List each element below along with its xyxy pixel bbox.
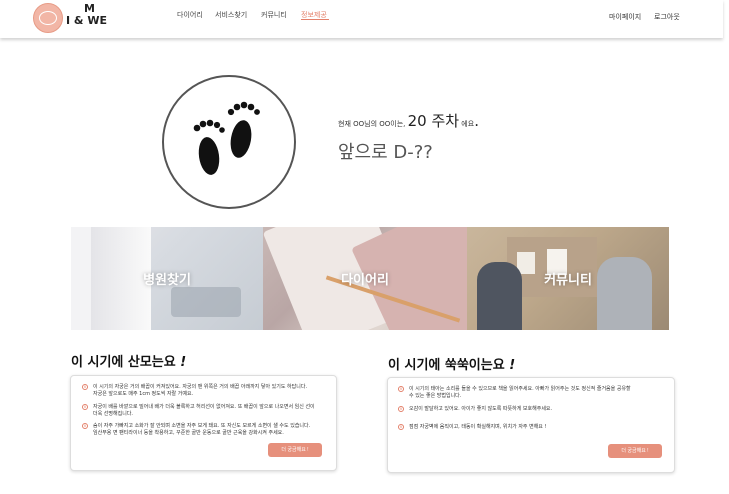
banner-community[interactable]: 커뮤니티 <box>467 227 669 330</box>
baby-more-button[interactable]: 더 궁금해요 ! <box>608 444 662 458</box>
baby-item-2: 오감이 발달하고 있어요. 아이가 좋지 않도록 따뜻하게 보호해주세요. <box>409 406 671 413</box>
mypage-link[interactable]: 마이페이지 <box>609 12 641 22</box>
mother-item-1-line2: 자궁은 앞으로도 매주 1cm 정도씩 자랄 거예요. <box>93 391 194 397</box>
baby-item-2-line1: 오감이 발달하고 있어요. 아이가 좋지 않도록 따뜻하게 보호해주세요. <box>409 406 553 412</box>
nav-community[interactable]: 커뮤니티 <box>261 10 287 20</box>
check-circle-icon: v <box>82 384 88 390</box>
baby-item-1-line1: 이 시기의 태아는 소리를 들을 수 있으므로 책을 읽어주세요. 아빠가 읽어… <box>409 386 631 392</box>
banner-label-diary: 다이어리 <box>341 273 389 288</box>
mother-item-3-line2: 임산부용 면 팬티라이너 등을 착용하고, 꾸준한 골반 운동으로 골반 근육을… <box>93 430 284 436</box>
mother-item-1: 이 시기의 자궁은 거의 배꼽이 커져있어요. 자궁의 맨 위쪽은 거의 배꼽 … <box>93 384 333 398</box>
week-status: 현재 OO님의 OO이는, 20 주차 에요. <box>338 110 479 131</box>
dday-countdown: 앞으로 D-?? <box>338 142 433 163</box>
check-circle-icon: v <box>82 423 88 429</box>
baby-title-exclaim: ! <box>509 358 516 373</box>
mother-more-button[interactable]: 더 궁금해요 ! <box>268 443 322 457</box>
nav-service-search[interactable]: 서비스찾기 <box>215 10 247 20</box>
week-prefix: 현재 OO님의 OO이는, <box>338 120 406 128</box>
baby-item-1-line2: 수 있는 좋은 방법입니다. <box>409 393 462 399</box>
banner-label-hospital: 병원찾기 <box>143 273 191 288</box>
brand-wordmark[interactable]: M I & WE <box>66 2 107 33</box>
logout-link[interactable]: 로그아웃 <box>654 12 680 22</box>
mother-section-title: 이 시기에 산모는요 ! <box>71 351 186 370</box>
mother-info-card: v 이 시기의 자궁은 거의 배꼽이 커져있어요. 자궁의 맨 위쪽은 거의 배… <box>70 375 337 471</box>
active-nav-underline <box>301 19 329 20</box>
baby-title-text: 이 시기에 쑥쑥이는요 <box>388 358 505 373</box>
nav-diary[interactable]: 다이어리 <box>177 10 203 20</box>
footprints-icon <box>193 101 260 175</box>
mother-title-text: 이 시기에 산모는요 <box>71 355 176 370</box>
brand-bottom: I & WE <box>66 14 107 27</box>
banner-label-community: 커뮤니티 <box>544 273 592 288</box>
banner-diary[interactable]: 다이어리 <box>263 227 467 330</box>
logo-icon[interactable] <box>33 3 63 33</box>
baby-section-title: 이 시기에 쑥쑥이는요 ! <box>388 354 515 373</box>
baby-item-3: 점점 자궁벽에 움직이고, 태동이 확실해지며, 위치가 자주 변해요 ! <box>409 424 671 431</box>
check-circle-icon: v <box>398 424 404 430</box>
mother-item-2: 자궁이 배를 바깥으로 밀어내 배가 더욱 볼록하고 허리선이 없어져요. 또 … <box>93 404 333 418</box>
tablet-shape <box>171 287 241 317</box>
week-value: 20 주차 <box>407 112 460 130</box>
mother-item-3: 숨이 자주 가빠지고 소화가 잘 안되며 소변을 자주 보게 돼요. 또 자신도… <box>93 423 333 437</box>
week-period: . <box>474 112 479 130</box>
mother-item-2-line2: 더욱 선명해집니다. <box>93 411 133 417</box>
check-circle-icon: v <box>398 406 404 412</box>
baby-item-1: 이 시기의 태아는 소리를 들을 수 있으므로 책을 읽어주세요. 아빠가 읽어… <box>409 386 671 400</box>
check-circle-icon: v <box>82 404 88 410</box>
mother-item-1-line1: 이 시기의 자궁은 거의 배꼽이 커져있어요. 자궁의 맨 위쪽은 거의 배꼽 … <box>93 384 308 390</box>
top-navigation-bar: M I & WE 다이어리 서비스찾기 커뮤니티 정보제공 마이페이지 로그아웃 <box>0 0 723 38</box>
check-circle-icon: v <box>398 386 404 392</box>
mother-title-exclaim: ! <box>180 355 187 370</box>
logo-ring <box>39 11 57 25</box>
mother-item-2-line1: 자궁이 배를 바깥으로 밀어내 배가 더욱 볼록하고 허리선이 없어져요. 또 … <box>93 404 315 410</box>
brand-top: M <box>84 2 95 15</box>
banner-hospital-search[interactable]: 병원찾기 <box>71 227 263 330</box>
baby-info-card: v 이 시기의 태아는 소리를 들을 수 있으므로 책을 읽어주세요. 아빠가 … <box>387 377 675 473</box>
person-right <box>597 257 652 330</box>
mother-item-3-line1: 숨이 자주 가빠지고 소화가 잘 안되며 소변을 자주 보게 돼요. 또 자신도… <box>93 423 311 429</box>
week-suffix: 에요 <box>461 120 475 128</box>
baby-item-3-line1: 점점 자궁벽에 움직이고, 태동이 확실해지며, 위치가 자주 변해요 ! <box>409 424 547 430</box>
